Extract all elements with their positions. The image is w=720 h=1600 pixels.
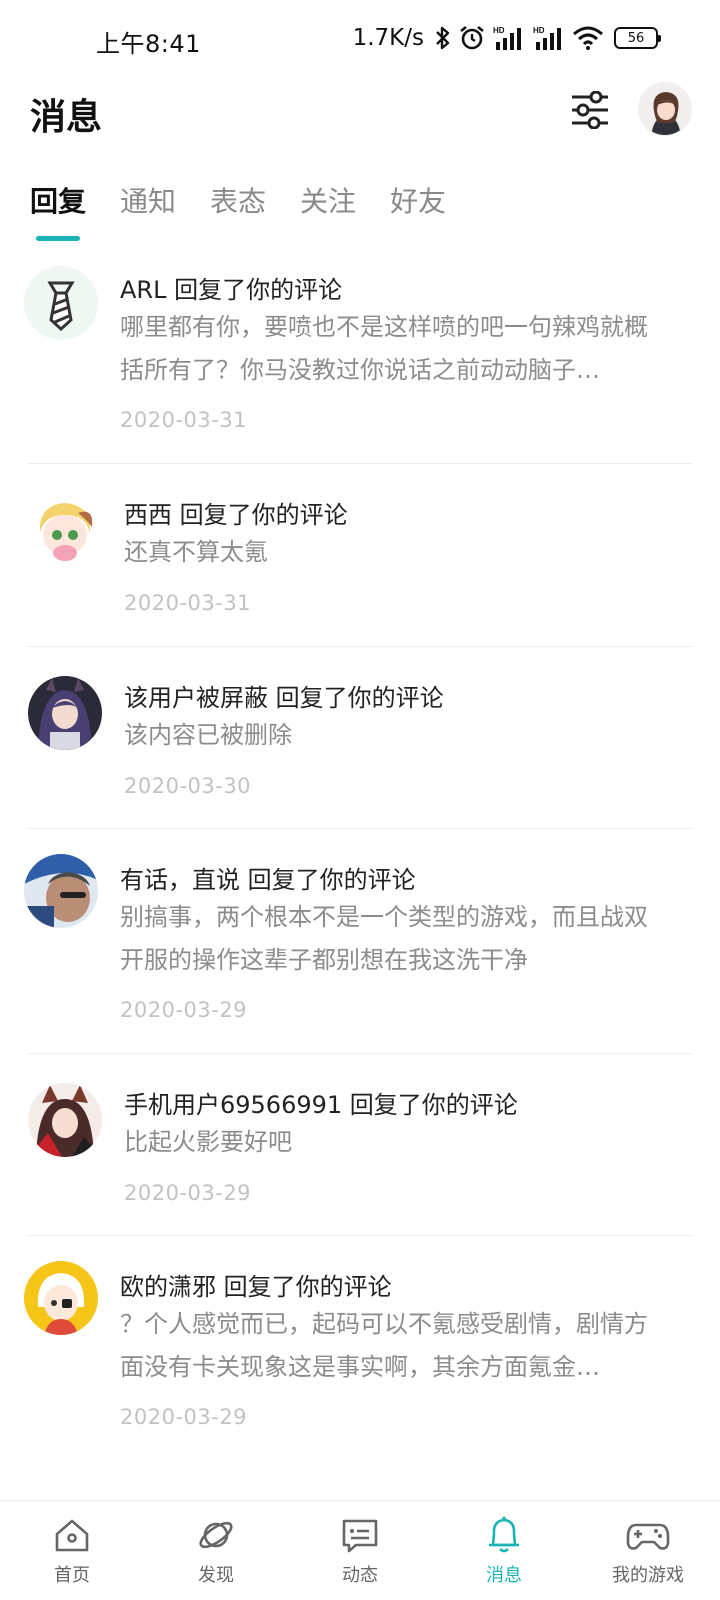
message-body: ？个人感觉而已，起码可以不氪感受剧情，剧情方面没有卡关现象这是事实啊，其余方面氪…: [120, 1310, 648, 1381]
page-title: 消息: [30, 97, 103, 138]
svg-text:HD: HD: [533, 26, 545, 35]
tab-friends[interactable]: 好友: [390, 180, 446, 240]
avatar[interactable]: [24, 1261, 98, 1335]
avatar[interactable]: [28, 493, 102, 567]
bluetooth-icon: [436, 26, 450, 50]
wifi-icon: [573, 26, 603, 50]
signal-icon: HD: [533, 26, 561, 50]
status-bar: 上午8:41 1.7K/s HD HD 56: [0, 0, 720, 80]
message-title: 该用户被屏蔽 回复了你的评论: [124, 684, 444, 712]
status-icons: 1.7K/s HD HD 56: [352, 22, 661, 54]
nav-label: 动态: [342, 1565, 378, 1586]
header: 消息: [0, 80, 720, 160]
nav-feed[interactable]: 动态: [288, 1501, 432, 1600]
divider: [28, 463, 692, 464]
bottom-nav: 首页 发现 动态 消息 我的游戏: [0, 1500, 720, 1600]
gamepad-icon: [626, 1523, 670, 1550]
message-date: 2020-03-29: [120, 1405, 248, 1429]
message-body: 比起火影要好吧: [124, 1128, 292, 1156]
message-title: 有话，直说 回复了你的评论: [120, 866, 416, 894]
avatar[interactable]: [28, 1083, 102, 1157]
avatar[interactable]: [28, 676, 102, 750]
message-date: 2020-03-29: [120, 998, 248, 1022]
tab-following[interactable]: 关注: [300, 180, 356, 240]
message-title: 欧的潇邪 回复了你的评论: [120, 1273, 392, 1301]
battery-level: 56: [627, 30, 645, 46]
divider: [28, 646, 692, 647]
network-speed: 1.7K/s: [352, 25, 424, 51]
message-title: 手机用户69566991 回复了你的评论: [124, 1091, 518, 1119]
tab-reply[interactable]: 回复: [30, 180, 86, 241]
message-body: 还真不算太氪: [124, 538, 268, 566]
divider: [28, 1053, 692, 1054]
avatar[interactable]: [24, 854, 98, 928]
divider: [28, 828, 692, 829]
message-date: 2020-03-31: [124, 591, 252, 615]
avatar[interactable]: [24, 266, 98, 340]
message-title: 西西 回复了你的评论: [124, 501, 348, 529]
message-tabs: 回复 通知 表态 关注 好友: [30, 180, 446, 250]
filter-button[interactable]: [566, 86, 614, 134]
message-date: 2020-03-29: [124, 1181, 252, 1205]
message-date: 2020-03-30: [124, 774, 252, 798]
nav-my-games[interactable]: 我的游戏: [576, 1501, 720, 1600]
battery-icon: 56: [614, 27, 661, 49]
bell-icon: [489, 1516, 519, 1553]
sliders-icon: [572, 91, 608, 129]
alarm-icon: [460, 25, 484, 50]
home-icon: [55, 1519, 89, 1552]
message-body: 该内容已被删除: [124, 721, 292, 749]
nav-home[interactable]: 首页: [0, 1501, 144, 1600]
tab-notice[interactable]: 通知: [120, 180, 176, 240]
chat-icon: [342, 1519, 378, 1553]
message-date: 2020-03-31: [120, 408, 248, 432]
message-title: ARL 回复了你的评论: [120, 276, 343, 304]
avatar[interactable]: [638, 82, 692, 136]
tab-active-indicator: [36, 236, 80, 241]
planet-icon: [199, 1521, 233, 1549]
message-body: 哪里都有你，要喷也不是这样喷的吧一句辣鸡就概括所有了？你马没教过你说话之前动动脑…: [120, 313, 648, 384]
message-body: 别搞事，两个根本不是一个类型的游戏，而且战双开服的操作这辈子都别想在我这洗干净: [120, 903, 648, 974]
status-time: 上午8:41: [96, 30, 201, 58]
nav-discover[interactable]: 发现: [144, 1501, 288, 1600]
nav-label: 发现: [198, 1565, 234, 1586]
nav-label: 首页: [54, 1565, 90, 1586]
nav-label: 我的游戏: [612, 1565, 684, 1586]
tab-reactions[interactable]: 表态: [210, 180, 266, 240]
nav-label: 消息: [486, 1565, 522, 1586]
signal-icon: HD: [493, 26, 521, 50]
nav-messages[interactable]: 消息: [432, 1501, 576, 1600]
svg-text:HD: HD: [493, 26, 505, 35]
divider: [28, 1235, 692, 1236]
